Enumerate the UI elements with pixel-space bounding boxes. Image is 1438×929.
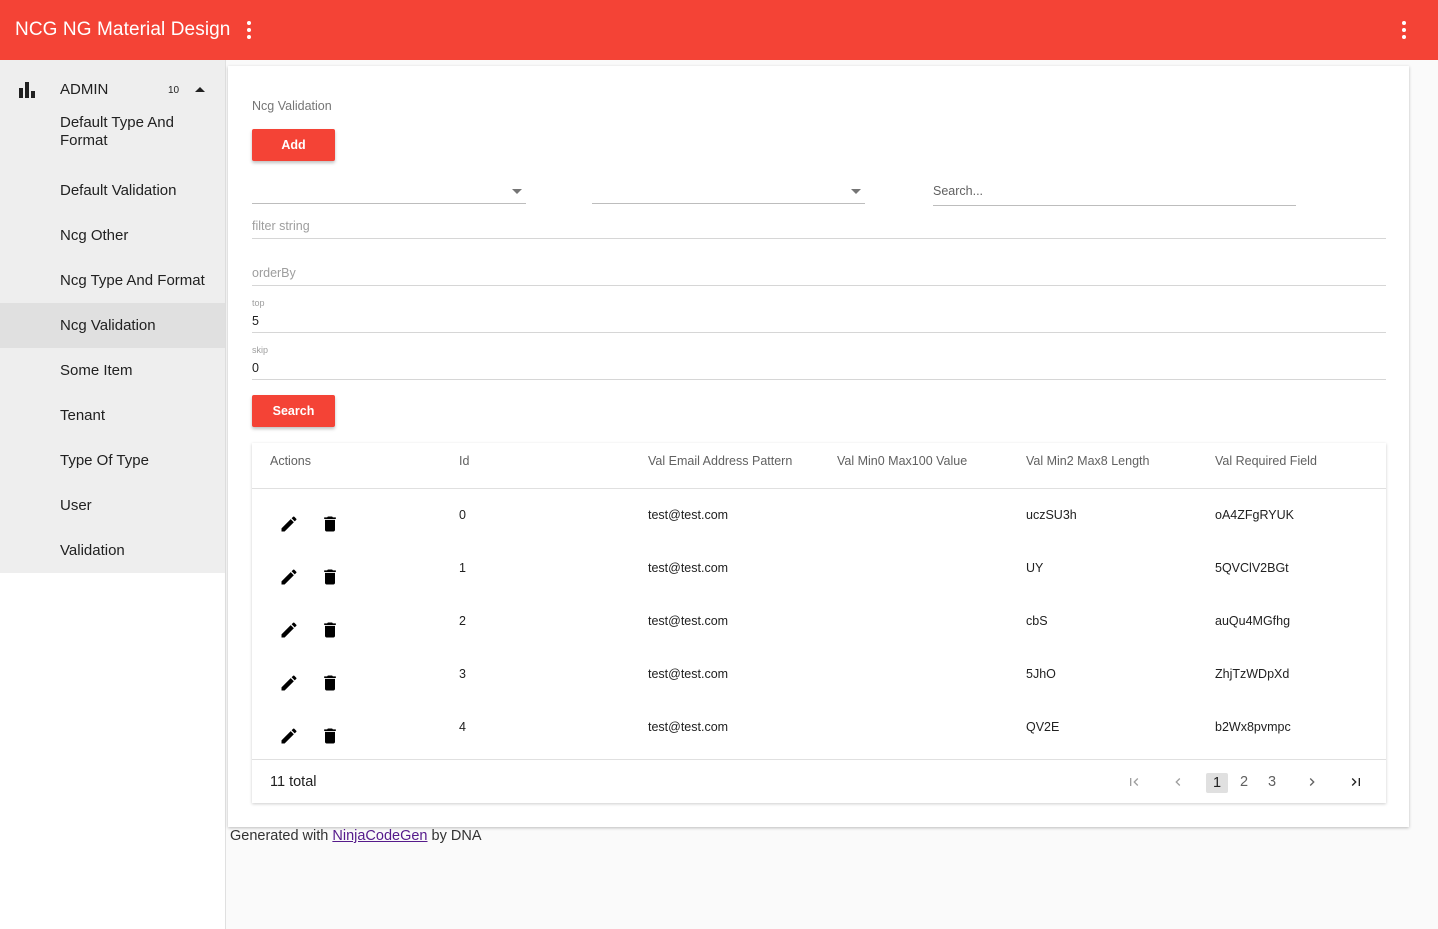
column-header-min-max-value[interactable]: Val Min0 Max100 Value — [837, 454, 967, 468]
chevron-left-icon[interactable] — [1170, 774, 1186, 790]
table-row: 0 test@test.com uczSU3h oA4ZFgRYUK — [252, 496, 1386, 549]
sidebar-group-count: 10 — [168, 85, 180, 96]
sidebar-item-tenant[interactable]: Tenant — [0, 393, 225, 438]
cell-email: test@test.com — [648, 720, 729, 734]
chevron-right-icon[interactable] — [1304, 774, 1320, 790]
edit-icon[interactable] — [279, 726, 299, 746]
cell-email: test@test.com — [648, 614, 729, 628]
cell-length: UY — [1026, 561, 1044, 575]
first-page-icon[interactable] — [1126, 774, 1142, 790]
cell-length: QV2E — [1026, 720, 1060, 734]
filter-string-placeholder: filter string — [252, 219, 310, 233]
page-3[interactable]: 3 — [1268, 774, 1276, 790]
column-header-email[interactable]: Val Email Address Pattern — [648, 454, 792, 468]
cell-id: 3 — [459, 667, 466, 681]
table-row: 3 test@test.com 5JhO ZhjTzWDpXd — [252, 655, 1386, 708]
top-label: top — [252, 298, 265, 308]
table-footer: 11 total 1 2 3 — [252, 759, 1386, 803]
dropdown-arrow-icon — [512, 189, 522, 194]
add-button[interactable]: Add — [252, 129, 335, 161]
app-toolbar: NCG NG Material Design — [0, 0, 1438, 60]
data-table: Actions Id Val Email Address Pattern Val… — [252, 443, 1386, 803]
sidebar-group-header[interactable]: ADMIN 10 — [0, 60, 225, 118]
sidebar-item-ncg-other[interactable]: Ncg Other — [0, 213, 225, 258]
cell-length: cbS — [1026, 614, 1048, 628]
cell-email: test@test.com — [648, 508, 729, 522]
footer-prefix: Generated with — [230, 828, 329, 844]
footer-suffix: by DNA — [431, 828, 482, 844]
column-header-required-field[interactable]: Val Required Field — [1215, 454, 1317, 468]
cell-id: 4 — [459, 720, 466, 734]
cell-id: 2 — [459, 614, 466, 628]
page-2[interactable]: 2 — [1240, 774, 1248, 790]
top-field[interactable]: top 5 — [252, 298, 1386, 333]
cell-required: 5QVClV2BGt — [1215, 561, 1289, 575]
app-title: NCG NG Material Design — [15, 19, 231, 40]
bar-chart-icon — [19, 82, 35, 98]
page-1[interactable]: 1 — [1206, 773, 1228, 793]
ninjacodegen-link[interactable]: NinjaCodeGen — [332, 828, 427, 844]
delete-icon[interactable] — [320, 514, 340, 534]
column-header-actions[interactable]: Actions — [270, 454, 311, 468]
cell-required: ZhjTzWDpXd — [1215, 667, 1290, 681]
total-count: 11 total — [270, 774, 317, 790]
cell-required: b2Wx8pvmpc — [1215, 720, 1291, 734]
sidebar-item-user[interactable]: User — [0, 483, 225, 528]
table-row: 4 test@test.com QV2E b2Wx8pvmpc — [252, 708, 1386, 761]
table-row: 1 test@test.com UY 5QVClV2BGt — [252, 549, 1386, 602]
column-header-id[interactable]: Id — [459, 454, 469, 468]
column-header-min-max-length[interactable]: Val Min2 Max8 Length — [1026, 454, 1149, 468]
delete-icon[interactable] — [320, 620, 340, 640]
cell-id: 1 — [459, 561, 466, 575]
filter-select-2[interactable] — [592, 180, 865, 204]
sidebar-group-admin: ADMIN 10 Default Type And Format Default… — [0, 60, 225, 573]
last-page-icon[interactable] — [1348, 774, 1364, 790]
table-header: Actions Id Val Email Address Pattern Val… — [252, 443, 1386, 489]
edit-icon[interactable] — [279, 567, 299, 587]
delete-icon[interactable] — [320, 726, 340, 746]
search-input[interactable]: Search... — [933, 180, 1296, 206]
delete-icon[interactable] — [320, 567, 340, 587]
page-title: Ncg Validation — [252, 99, 332, 113]
filter-select-1[interactable] — [252, 180, 526, 204]
footer: Generated with NinjaCodeGen by DNA — [230, 828, 482, 844]
skip-field[interactable]: skip 0 — [252, 345, 1386, 380]
orderby-placeholder: orderBy — [252, 266, 296, 280]
sidebar-group-label: ADMIN — [60, 81, 109, 98]
cell-required: auQu4MGfhg — [1215, 614, 1291, 628]
edit-icon[interactable] — [279, 673, 299, 693]
skip-label: skip — [252, 345, 269, 355]
filter-string-field[interactable]: filter string — [252, 215, 1386, 239]
delete-icon[interactable] — [320, 673, 340, 693]
edit-icon[interactable] — [279, 620, 299, 640]
cell-email: test@test.com — [648, 667, 729, 681]
sidebar-item-validation[interactable]: Validation — [0, 528, 225, 573]
dropdown-arrow-icon — [851, 189, 861, 194]
cell-required: oA4ZFgRYUK — [1215, 508, 1294, 522]
sidebar-item-ncg-type-and-format[interactable]: Ncg Type And Format — [0, 258, 225, 303]
more-vert-icon[interactable] — [239, 18, 259, 42]
sidebar-item-ncg-validation[interactable]: Ncg Validation — [0, 303, 225, 348]
table-row: 2 test@test.com cbS auQu4MGfhg — [252, 602, 1386, 655]
sidebar-item-default-validation[interactable]: Default Validation — [0, 168, 225, 213]
expand-less-icon[interactable] — [195, 87, 205, 92]
cell-id: 0 — [459, 508, 466, 522]
more-vert-icon[interactable] — [1394, 18, 1414, 42]
sidebar-item-type-of-type[interactable]: Type Of Type — [0, 438, 225, 483]
sidebar: ADMIN 10 Default Type And Format Default… — [0, 60, 226, 929]
search-button[interactable]: Search — [252, 395, 335, 427]
orderby-field[interactable]: orderBy — [252, 262, 1386, 286]
edit-icon[interactable] — [279, 514, 299, 534]
cell-length: 5JhO — [1026, 667, 1056, 681]
main-card: Ncg Validation Add Search... filter stri… — [228, 66, 1409, 827]
top-value: 5 — [252, 314, 259, 328]
sidebar-item-some-item[interactable]: Some Item — [0, 348, 225, 393]
cell-length: uczSU3h — [1026, 508, 1077, 522]
sidebar-item-default-type-and-format[interactable]: Default Type And Format — [0, 114, 225, 168]
skip-value: 0 — [252, 361, 259, 375]
cell-email: test@test.com — [648, 561, 729, 575]
